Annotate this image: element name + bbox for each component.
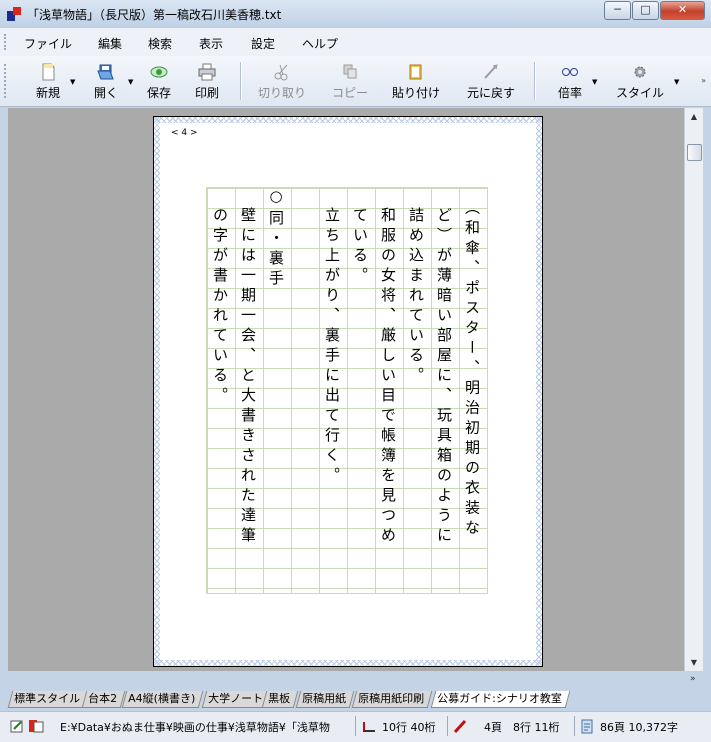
window-title: 「浅草物語」（長尺版）第一稿改石川美香穂.txt: [27, 8, 282, 22]
tab-manuscript-paper[interactable]: 原稿用紙: [295, 691, 355, 708]
toolbar-grip[interactable]: [4, 64, 9, 98]
style-button[interactable]: スタイル ▼: [610, 60, 679, 102]
print-label: 印刷: [194, 86, 219, 100]
status-page-char-count: 86頁 10,372字: [600, 721, 678, 734]
tab-scenario-class[interactable]: 公募ガイド:シナリオ教室: [430, 691, 570, 708]
scroll-up-icon[interactable]: ▲: [685, 108, 703, 125]
printer-icon: [198, 63, 216, 81]
save-icon: [150, 66, 168, 78]
tab-blackboard[interactable]: 黒板: [261, 691, 299, 708]
status-bar: E:¥Data¥おぬま仕事¥映画の仕事¥浅草物語¥「浅草物 10行 40桁 4頁…: [0, 711, 711, 742]
new-document-icon: [42, 63, 55, 81]
copy-label: コピー: [331, 86, 368, 100]
paste-label: 貼り付け: [391, 86, 440, 100]
tab-standard-style[interactable]: 標準スタイル: [7, 691, 89, 708]
tab-a4-vertical[interactable]: A4縦(横書き): [121, 691, 204, 708]
menu-edit[interactable]: 編集: [98, 35, 122, 52]
text-file-icon[interactable]: [28, 719, 44, 733]
title-bar[interactable]: 「浅草物語」（長尺版）第一稿改石川美香穂.txt ─ □ ✕: [0, 0, 711, 29]
save-button[interactable]: 保存: [140, 60, 178, 102]
open-folder-icon: [97, 64, 114, 80]
vertical-scrollbar[interactable]: ▲ ▼: [684, 108, 703, 671]
menu-file[interactable]: ファイル: [24, 35, 72, 52]
glasses-icon: [562, 68, 578, 76]
manuscript-page[interactable]: < 4 > （和傘、ポスター、明治初期の衣装な ど）が薄暗い部屋に、玩具箱のよう…: [153, 116, 543, 667]
text-column: の字が書かれている。: [211, 187, 229, 407]
menubar-grip[interactable]: [4, 34, 9, 50]
text-column: 壁には一期一会、と大書きされた達筆: [239, 187, 257, 547]
gear-icon: [634, 66, 646, 78]
undo-icon: [484, 64, 498, 79]
menu-view[interactable]: 表示: [199, 35, 223, 52]
text-column: ○同・裏手: [267, 187, 285, 290]
open-button[interactable]: 開く ▼: [82, 60, 133, 102]
print-button[interactable]: 印刷: [188, 60, 226, 102]
menu-search[interactable]: 検索: [148, 35, 172, 52]
text-column: [290, 187, 318, 592]
cut-button[interactable]: 切り取り: [252, 60, 312, 102]
tab-college-notebook[interactable]: 大学ノート: [201, 691, 272, 708]
tab-manuscript-print[interactable]: 原稿用紙印刷: [351, 691, 433, 708]
zoom-dropdown-icon[interactable]: ▼: [592, 78, 597, 86]
menu-bar: ファイル 編集 検索 表示 設定 ヘルプ: [0, 28, 711, 57]
text-column: 和服の女将、厳しい目で帳簿を見つめ: [379, 187, 397, 547]
text-column: ど）が薄暗い部屋に、玩具箱のように: [435, 187, 453, 547]
text-column: （和傘、ポスター、明治初期の衣装な: [463, 187, 481, 540]
new-label: 新規: [35, 86, 60, 100]
scissors-icon: [274, 64, 288, 81]
scroll-thumb[interactable]: [687, 144, 702, 161]
status-path: E:¥Data¥おぬま仕事¥映画の仕事¥浅草物語¥「浅草物: [60, 721, 330, 734]
style-dropdown-icon[interactable]: ▼: [674, 78, 679, 86]
document-count-icon: [581, 719, 593, 734]
close-button[interactable]: ✕: [660, 1, 705, 20]
menu-help[interactable]: ヘルプ: [302, 35, 338, 52]
pencil-icon: [453, 719, 467, 734]
status-cursor-position: 4頁 8行 11桁: [484, 721, 560, 734]
app-icon: [7, 7, 21, 21]
menu-settings[interactable]: 設定: [251, 35, 275, 52]
minimize-button[interactable]: ─: [604, 1, 631, 20]
text-column: 詰め込まれている。: [407, 187, 425, 387]
zoom-button[interactable]: 倍率 ▼: [548, 60, 597, 102]
cut-label: 切り取り: [257, 86, 306, 100]
zoom-label: 倍率: [557, 86, 582, 100]
paste-button[interactable]: 貼り付け: [388, 60, 444, 102]
page-number: < 4 >: [171, 128, 198, 138]
toolbar-overflow-icon[interactable]: »: [701, 76, 706, 85]
edit-mode-icon[interactable]: [10, 719, 24, 733]
copy-button[interactable]: コピー: [326, 60, 374, 102]
maximize-button[interactable]: □: [632, 1, 659, 20]
save-label: 保存: [146, 86, 171, 100]
tabs-more-icon[interactable]: »: [690, 674, 696, 684]
text-column: 立ち上がり、裏手に出て行く。: [323, 187, 341, 487]
toolbar-separator-2: [534, 62, 536, 100]
style-label: スタイル: [615, 86, 664, 100]
status-lines-columns: 10行 40桁: [382, 721, 436, 734]
toolbar: 新規 ▼ 開く ▼ 保存 印刷 切り取り コピー 貼り付け 元に戻す 倍率 ▼: [0, 56, 711, 107]
undo-label: 元に戻す: [466, 86, 515, 100]
new-dropdown-icon[interactable]: ▼: [70, 78, 75, 86]
open-dropdown-icon[interactable]: ▼: [128, 78, 133, 86]
style-tabs: 標準スタイル 台本2 A4縦(横書き) 大学ノート 黒板 原稿用紙 原稿用紙印刷…: [7, 689, 704, 709]
line-layout-icon: [363, 722, 375, 732]
open-label: 開く: [93, 86, 118, 100]
text-column: ている。: [351, 187, 369, 287]
paste-icon: [409, 64, 422, 80]
undo-button[interactable]: 元に戻す: [460, 60, 522, 102]
scroll-down-icon[interactable]: ▼: [685, 654, 703, 671]
toolbar-separator: [240, 62, 242, 100]
copy-icon: [343, 64, 357, 79]
new-button[interactable]: 新規 ▼: [24, 60, 75, 102]
tab-script2[interactable]: 台本2: [81, 691, 126, 708]
document-area[interactable]: < 4 > （和傘、ポスター、明治初期の衣装な ど）が薄暗い部屋に、玩具箱のよう…: [8, 108, 684, 671]
